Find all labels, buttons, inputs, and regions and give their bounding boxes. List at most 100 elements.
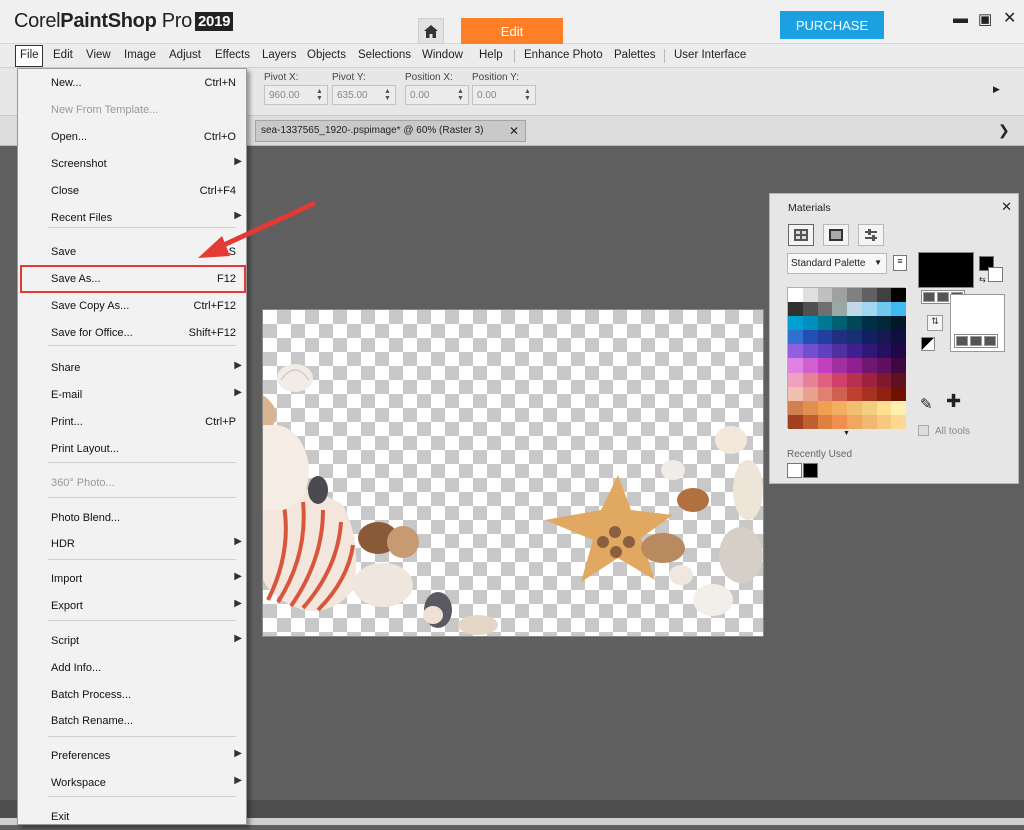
color-swatch[interactable] xyxy=(802,302,818,317)
spinner-arrows-icon[interactable]: ▲ ▼ xyxy=(384,88,393,102)
menu-objects[interactable]: Objects xyxy=(307,49,346,61)
color-swatch[interactable] xyxy=(832,358,847,373)
color-swatch[interactable] xyxy=(817,358,833,373)
menu-enhance-photo[interactable]: Enhance Photo xyxy=(524,49,603,61)
color-swatch[interactable] xyxy=(832,372,847,387)
color-swatch[interactable] xyxy=(891,400,906,415)
minimize-icon[interactable]: ▬ xyxy=(953,10,968,27)
color-swatch[interactable] xyxy=(876,358,892,373)
add-icon[interactable]: ✚ xyxy=(946,391,961,412)
color-swatch[interactable] xyxy=(832,400,847,415)
menu-file[interactable]: File xyxy=(20,49,39,61)
spinner-arrows-icon[interactable]: ▲ ▼ xyxy=(316,88,325,102)
color-swatch[interactable] xyxy=(876,302,892,317)
color-swatch[interactable] xyxy=(788,358,803,373)
color-swatch[interactable] xyxy=(891,414,906,429)
menu-item-preferences[interactable]: Preferences ▶ xyxy=(18,745,246,769)
menu-item-save-for-office[interactable]: Save for Office... Shift+F12 xyxy=(18,322,246,346)
options-scroll-right-icon[interactable]: ▶ xyxy=(993,84,1000,95)
color-swatch[interactable] xyxy=(847,288,862,303)
color-swatch[interactable] xyxy=(876,372,892,387)
color-swatch[interactable] xyxy=(847,302,862,317)
home-button[interactable] xyxy=(418,18,444,44)
background-swatch-small[interactable] xyxy=(988,267,1003,282)
color-swatch[interactable] xyxy=(847,386,862,401)
color-swatch[interactable] xyxy=(788,316,803,331)
color-swatch[interactable] xyxy=(891,288,906,303)
close-tab-icon[interactable]: ✕ xyxy=(509,124,519,138)
color-swatch[interactable] xyxy=(788,344,803,359)
color-swatch[interactable] xyxy=(876,344,892,359)
menu-window[interactable]: Window xyxy=(422,49,463,61)
close-icon[interactable]: ✕ xyxy=(1003,8,1016,28)
color-swatch[interactable] xyxy=(891,316,906,331)
color-swatch[interactable] xyxy=(876,414,892,429)
menu-item-screenshot[interactable]: Screenshot ▶ xyxy=(18,153,246,177)
color-swatch[interactable] xyxy=(802,358,818,373)
color-swatch[interactable] xyxy=(847,372,862,387)
color-swatch[interactable] xyxy=(788,302,803,317)
menu-help[interactable]: Help xyxy=(479,49,503,61)
spinner-arrows-icon[interactable]: ▲ ▼ xyxy=(524,88,533,102)
color-swatch[interactable] xyxy=(832,288,847,303)
all-tools-checkbox[interactable]: All tools xyxy=(918,425,970,437)
color-swatch[interactable] xyxy=(802,288,818,303)
color-swatch[interactable] xyxy=(861,372,877,387)
menu-item-batch-rename[interactable]: Batch Rename... xyxy=(18,710,246,734)
color-swatch[interactable] xyxy=(891,386,906,401)
color-swatch[interactable] xyxy=(788,330,803,345)
menu-item-photo-blend[interactable]: Photo Blend... xyxy=(18,507,246,531)
color-swatch[interactable] xyxy=(817,316,833,331)
color-swatch[interactable] xyxy=(891,358,906,373)
color-swatch[interactable] xyxy=(817,302,833,317)
menu-item-save[interactable]: Save S xyxy=(18,241,246,265)
color-swatch[interactable] xyxy=(832,316,847,331)
color-swatch[interactable] xyxy=(876,386,892,401)
color-swatch[interactable] xyxy=(832,344,847,359)
menu-item-email[interactable]: E-mail ▶ xyxy=(18,384,246,408)
color-swatch[interactable] xyxy=(832,302,847,317)
menu-item-new[interactable]: New... Ctrl+N xyxy=(18,72,246,96)
color-swatch[interactable] xyxy=(802,414,818,429)
color-swatch[interactable] xyxy=(891,344,906,359)
color-swatch[interactable] xyxy=(861,386,877,401)
color-swatch[interactable] xyxy=(847,414,862,429)
document-tab[interactable]: sea-1337565_1920-.pspimage* @ 60% (Raste… xyxy=(255,120,526,142)
color-swatch[interactable] xyxy=(891,330,906,345)
close-palette-icon[interactable]: ✕ xyxy=(1001,199,1012,215)
swatch-expand-icon[interactable]: ▼ xyxy=(843,430,850,437)
color-swatch[interactable] xyxy=(832,414,847,429)
color-swatch[interactable] xyxy=(861,316,877,331)
color-swatch[interactable] xyxy=(788,414,803,429)
color-swatch[interactable] xyxy=(832,386,847,401)
color-swatch[interactable] xyxy=(788,372,803,387)
menu-item-workspace[interactable]: Workspace ▶ xyxy=(18,772,246,796)
color-swatch[interactable] xyxy=(802,330,818,345)
pivot-x-input[interactable]: 960.00 ▲ ▼ xyxy=(264,85,328,105)
color-swatch[interactable] xyxy=(817,414,833,429)
color-swatch[interactable] xyxy=(817,372,833,387)
color-swatch[interactable] xyxy=(891,372,906,387)
menu-item-export[interactable]: Export ▶ xyxy=(18,595,246,619)
color-swatch[interactable] xyxy=(817,386,833,401)
menu-item-import[interactable]: Import ▶ xyxy=(18,568,246,592)
menu-item-save-copy-as[interactable]: Save Copy As... Ctrl+F12 xyxy=(18,295,246,319)
chevron-right-icon[interactable]: ❯ xyxy=(998,122,1010,139)
background-texture-row[interactable] xyxy=(954,334,998,348)
color-swatch[interactable] xyxy=(876,400,892,415)
eyedropper-icon[interactable]: ✎ xyxy=(920,395,933,413)
menu-item-close[interactable]: Close Ctrl+F4 xyxy=(18,180,246,204)
frame-mode-button[interactable] xyxy=(788,224,814,246)
color-swatch[interactable] xyxy=(788,288,803,303)
position-y-input[interactable]: 0.00 ▲ ▼ xyxy=(472,85,536,105)
color-swatch[interactable] xyxy=(817,330,833,345)
recent-swatch[interactable] xyxy=(787,463,802,478)
color-swatch[interactable] xyxy=(861,344,877,359)
image-canvas[interactable] xyxy=(263,310,763,636)
color-swatch[interactable] xyxy=(802,400,818,415)
color-swatch[interactable] xyxy=(876,330,892,345)
menu-item-hdr[interactable]: HDR ▶ xyxy=(18,533,246,557)
tab-edit[interactable]: Edit xyxy=(461,18,563,44)
color-swatch[interactable] xyxy=(847,400,862,415)
pattern-mode-button[interactable] xyxy=(858,224,884,246)
